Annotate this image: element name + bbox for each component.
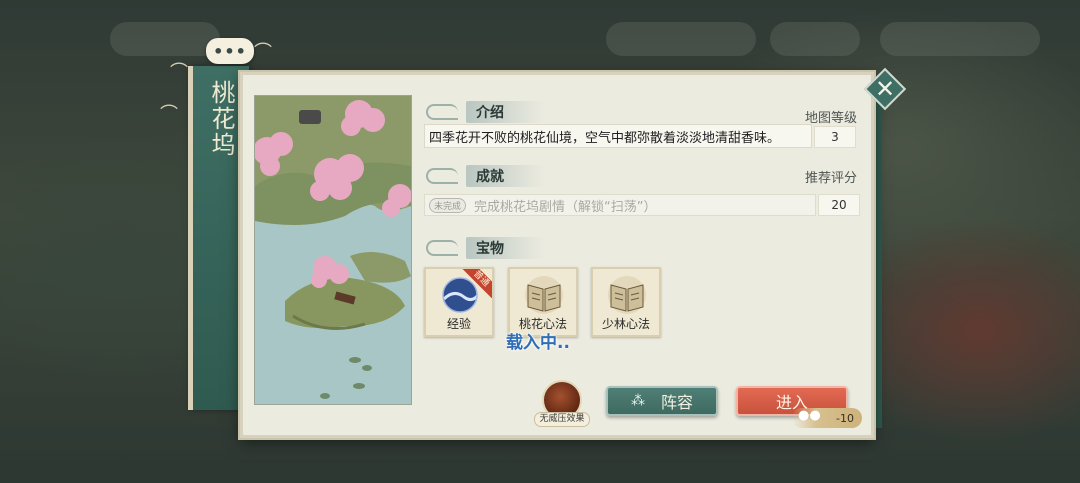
pressure-effect[interactable]: 无威压效果 [534,380,590,427]
recommended-score-label: 推荐评分 [805,171,858,186]
treasure-header: 宝物 [426,237,544,259]
cloud-swirl-icon [426,240,458,256]
map-level-value: 3 [814,126,856,148]
location-title: 桃花坞 [207,80,235,158]
close-button[interactable]: ✕ [863,67,907,111]
loading-text: 载入中.. [506,333,570,353]
treasure-name: 少林心法 [601,317,650,331]
treasure-name: 经验 [446,317,471,331]
achievement-row: 未完成 完成桃花坞剧情（解锁“扫荡”） [424,194,816,216]
chat-bubble-icon[interactable]: ••• [206,38,254,64]
achievement-status-badge: 未完成 [429,197,467,213]
cloud-swirl-icon [426,104,458,120]
treasure-card-shaolin-manual[interactable]: 少林心法 [591,267,661,337]
map-level-label: 地图等级 [805,111,858,126]
lineup-button[interactable]: ⁂ 阵容 [606,386,718,416]
achievement-text: 完成桃花坞剧情（解锁“扫荡”） [474,199,657,215]
intro-header-label: 介绍 [466,101,544,123]
achievement-header-label: 成就 [466,165,544,187]
stamina-cost-value: -10 [836,411,854,425]
stamina-bun-icon: ●● [798,408,821,423]
recommended-score-value: 20 [818,194,860,216]
stamina-cost: ●● -10 [792,408,862,428]
treasure-card-peach-manual[interactable]: 桃花心法 [508,267,578,337]
location-map [254,95,412,405]
swallow-icon: ⌒ [170,62,188,83]
swallow-icon: ⌒ [160,104,178,125]
manual-book-icon [608,276,646,314]
achievement-header: 成就 [426,165,544,187]
lineup-button-label: 阵容 [660,393,693,412]
intro-header: 介绍 [426,101,544,123]
treasure-header-label: 宝物 [466,237,544,259]
cloud-swirl-icon [426,168,458,184]
treasure-card-experience[interactable]: 普通 经验 [424,267,494,337]
location-description: 四季花开不败的桃花仙境，空气中都弥散着淡淡地清甜香味。 [424,124,812,148]
pressure-label: 无威压效果 [534,412,590,427]
formation-icon: ⁂ [630,393,645,409]
close-icon: ✕ [874,75,896,103]
swallow-icon: ⌒ [254,42,272,63]
manual-book-icon [525,276,563,314]
